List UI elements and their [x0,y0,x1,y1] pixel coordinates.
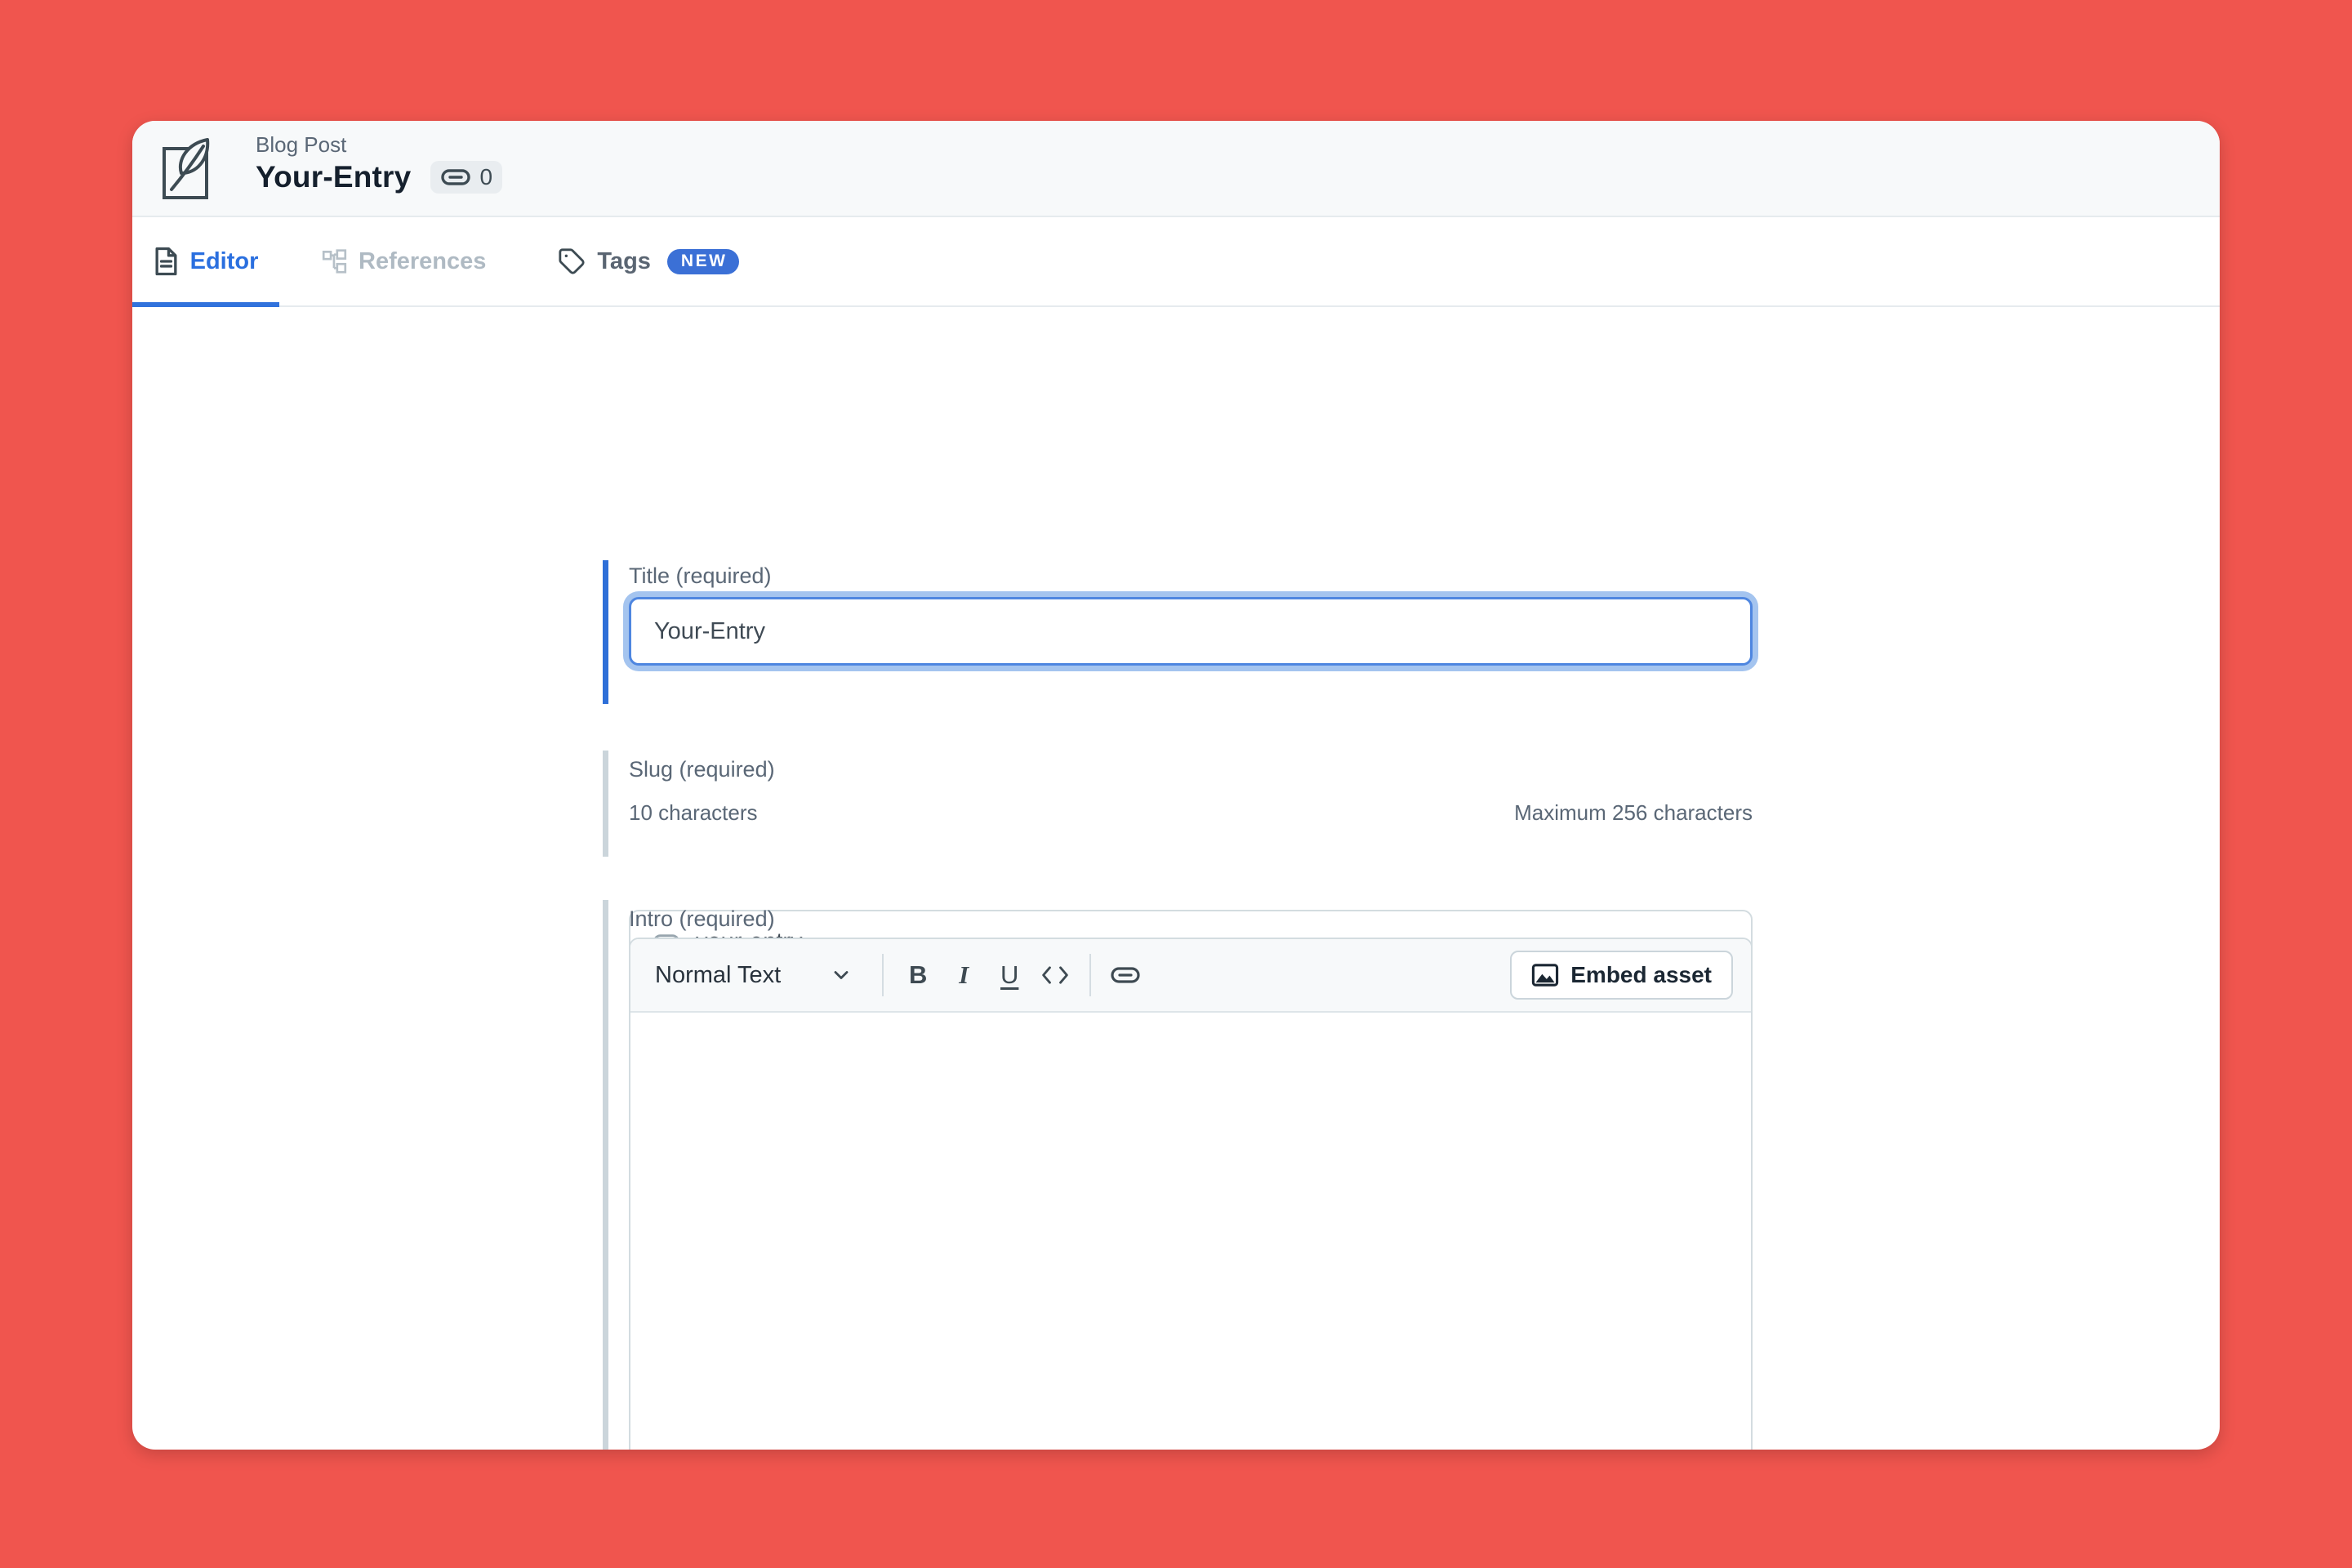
paragraph-style-value: Normal Text [655,962,781,989]
references-icon [322,249,347,274]
slug-field-label: Slug (required) [629,757,775,782]
tab-references-label: References [359,248,486,275]
link-icon [440,167,471,187]
underline-button[interactable]: U [987,952,1032,998]
rich-text-editor: Normal Text B I U [629,938,1753,1450]
entry-title: Your-Entry [256,160,411,194]
title-section-indicator [603,560,608,704]
intro-section-indicator [603,900,608,1450]
tab-bar: Editor References [132,217,2220,307]
tab-tags-label: Tags [597,248,651,275]
image-icon [1531,963,1559,987]
bold-button[interactable]: B [895,952,941,998]
tag-icon [558,247,586,275]
rich-text-body[interactable] [630,1013,1751,1450]
links-count-badge[interactable]: 0 [430,161,502,194]
code-button[interactable] [1032,952,1078,998]
rich-text-toolbar: Normal Text B I U [630,939,1751,1013]
title-field-label: Title (required) [629,564,772,589]
tab-tags[interactable]: Tags NEW [550,217,747,305]
toolbar-separator [882,954,884,996]
tab-editor[interactable]: Editor [132,217,279,305]
links-count: 0 [479,164,492,190]
title-char-count: 10 characters [629,800,758,826]
toolbar-separator [1089,954,1091,996]
italic-button[interactable]: I [941,952,987,998]
paragraph-style-select[interactable]: Normal Text [655,962,853,989]
slug-section-indicator [603,751,608,857]
title-helper-row: 10 characters Maximum 256 characters [629,800,1753,826]
content-type-label: Blog Post [256,131,502,158]
document-icon [154,247,179,276]
tab-references[interactable]: References [294,217,514,305]
embed-asset-label: Embed asset [1570,962,1712,988]
title-input[interactable] [629,597,1753,666]
intro-field-label: Intro (required) [629,906,775,932]
entry-quill-icon [162,136,212,201]
tab-editor-label: Editor [190,248,259,275]
hyperlink-icon [1110,965,1141,985]
entry-editor-card: Blog Post Your-Entry 0 [132,121,2220,1450]
entry-header: Blog Post Your-Entry 0 [132,121,2220,217]
new-badge: NEW [667,249,740,274]
title-max-hint: Maximum 256 characters [1514,800,1753,826]
code-icon [1041,963,1069,987]
entry-header-text: Blog Post Your-Entry 0 [256,131,502,194]
embed-asset-button[interactable]: Embed asset [1510,951,1733,1000]
page-background: Blog Post Your-Entry 0 [0,0,2352,1568]
hyperlink-button[interactable] [1102,952,1148,998]
editor-main: Title (required) 10 characters Maximum 2… [132,305,2220,1450]
chevron-down-icon [830,964,853,987]
